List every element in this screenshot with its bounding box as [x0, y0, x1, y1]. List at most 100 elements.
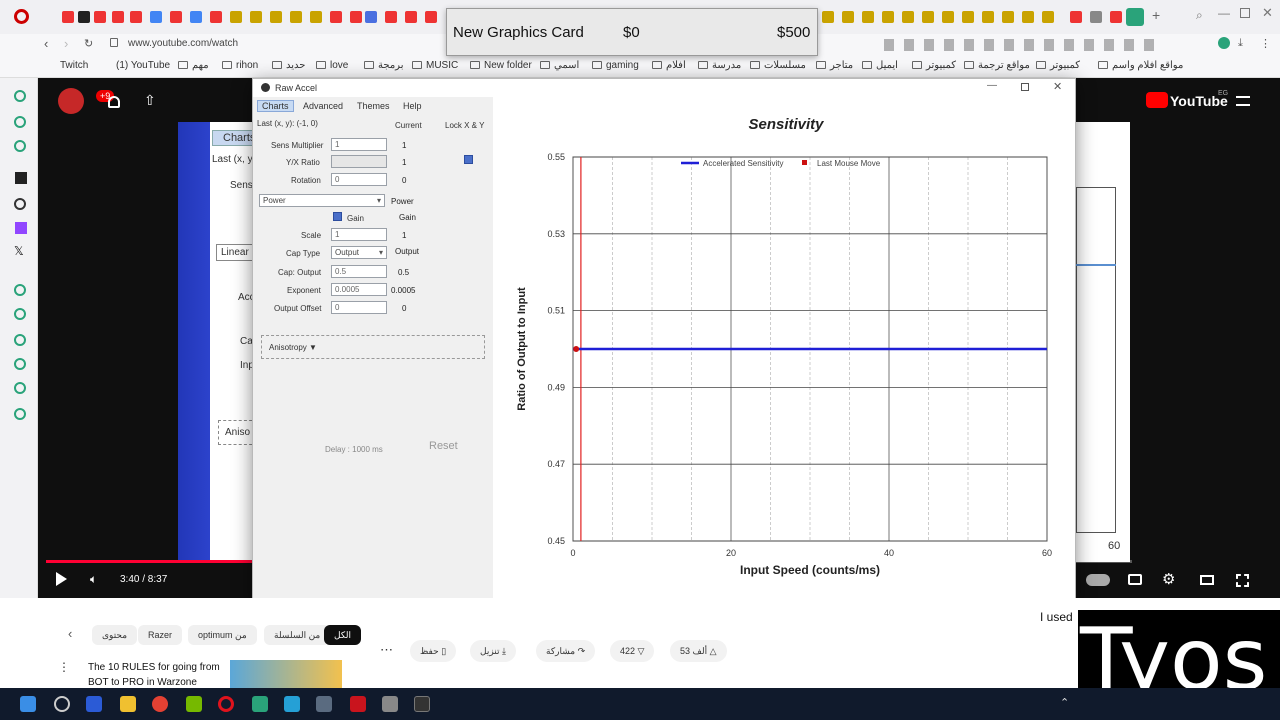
bookmark-folder[interactable]: مدرسة — [698, 60, 741, 71]
tab-favicon[interactable] — [78, 11, 90, 23]
reload-icon[interactable]: ↻ — [84, 37, 93, 50]
twitch-icon[interactable] — [15, 222, 27, 234]
tab-favicon[interactable] — [130, 11, 142, 23]
tab-favicon[interactable] — [1042, 11, 1054, 23]
bookmark-folder[interactable]: كمبيوتر — [1036, 60, 1080, 71]
tab-favicon[interactable] — [210, 11, 222, 23]
channel-avatar[interactable] — [58, 88, 84, 114]
tab-favicon[interactable] — [290, 11, 302, 23]
taskbar-app-icon[interactable] — [350, 696, 366, 712]
chip[interactable]: Razer — [138, 625, 183, 645]
save-button[interactable]: حفظ ▯ — [410, 640, 457, 662]
opera-taskbar-icon[interactable] — [218, 696, 234, 712]
menu-themes[interactable]: Themes — [357, 101, 390, 111]
tab-favicon[interactable] — [94, 11, 106, 23]
chip[interactable]: optimum من — [188, 625, 257, 645]
chips-prev-icon[interactable]: ‹ — [68, 626, 72, 641]
start-icon[interactable] — [20, 696, 36, 712]
taskbar-app-icon[interactable] — [86, 696, 102, 712]
bookmark-folder[interactable]: افلام — [652, 60, 686, 71]
tab-favicon[interactable] — [405, 11, 417, 23]
tab-favicon[interactable] — [112, 11, 124, 23]
menu-icon[interactable]: ⋮ — [1260, 37, 1271, 50]
extensions-bar[interactable] — [884, 39, 1164, 51]
active-tab[interactable] — [1126, 8, 1144, 26]
theater-icon[interactable] — [1200, 575, 1214, 585]
hamburger-icon[interactable] — [1236, 96, 1250, 106]
bookmark-twitch[interactable]: Twitch — [60, 60, 88, 71]
tray-chevron-icon[interactable]: ⌃ — [1060, 696, 1069, 709]
bookmark-folder[interactable]: ايميل — [862, 60, 898, 71]
bookmark-folder[interactable]: برمجة — [364, 60, 403, 71]
play-icon[interactable] — [56, 572, 67, 586]
tab-favicon[interactable] — [882, 11, 894, 23]
search-tabs-icon[interactable]: ⌕ — [1196, 8, 1203, 23]
menu-advanced[interactable]: Advanced — [303, 101, 343, 111]
rec-title[interactable]: The 10 RULES for going from — [88, 662, 220, 673]
tab-favicon[interactable] — [150, 11, 162, 23]
history-icon[interactable] — [14, 90, 26, 102]
chip-selected[interactable]: الكل — [324, 625, 362, 645]
bookmark-folder[interactable]: rihon — [222, 60, 258, 71]
window-titlebar[interactable]: Raw Accel — ✕ — [253, 79, 1075, 97]
taskbar-app-icon[interactable] — [54, 696, 70, 712]
back-icon[interactable]: ‹ — [44, 36, 48, 51]
output-offset-input[interactable]: 0 — [331, 301, 387, 314]
x-icon[interactable]: 𝕏 — [14, 244, 24, 258]
close-icon[interactable]: ✕ — [1053, 80, 1062, 93]
new-tab-icon[interactable]: + — [1152, 7, 1160, 23]
tab-favicon[interactable] — [1002, 11, 1014, 23]
close-window-icon[interactable]: ✕ — [1262, 5, 1273, 21]
subtitles-icon[interactable] — [1128, 574, 1142, 585]
opera-icon[interactable] — [14, 9, 29, 24]
sidebar-app-icon[interactable] — [15, 172, 27, 184]
tab-favicon[interactable] — [862, 11, 874, 23]
maximize-icon[interactable] — [1021, 83, 1029, 91]
tab-favicon[interactable] — [922, 11, 934, 23]
like-button[interactable]: 53 ألف △ — [670, 640, 727, 662]
bookmark-folder[interactable]: حديد — [272, 60, 305, 71]
taskbar-app-icon[interactable] — [382, 696, 398, 712]
sens-multiplier-input[interactable]: 1 — [331, 138, 387, 151]
exponent-input[interactable]: 0.0005 — [331, 283, 387, 296]
minimize-icon[interactable]: — — [1218, 6, 1230, 20]
autoplay-toggle[interactable] — [1086, 574, 1110, 586]
upload-icon[interactable]: ⇧ — [144, 92, 156, 109]
bookmark-folder[interactable]: New folder — [470, 60, 532, 71]
taskbar-app-icon[interactable] — [284, 696, 300, 712]
tab-favicon[interactable] — [1070, 11, 1082, 23]
volume-icon[interactable]: 🔈︎ — [90, 572, 97, 587]
bookmark-folder[interactable]: مواقع ترجمة — [964, 60, 1030, 71]
chip[interactable]: من السلسلة — [264, 625, 331, 645]
bookmark-folder[interactable]: gaming — [592, 60, 639, 71]
tab-favicon[interactable] — [170, 11, 182, 23]
sidebar-app-icon[interactable] — [14, 116, 26, 128]
download-icon[interactable]: ⤓ — [1238, 37, 1243, 50]
heart-icon[interactable] — [14, 334, 26, 346]
rotation-input[interactable]: 0 — [331, 173, 387, 186]
tab-favicon[interactable] — [982, 11, 994, 23]
tab-favicon[interactable] — [250, 11, 262, 23]
cap-type-select[interactable]: Output — [331, 246, 387, 259]
tab-favicon[interactable] — [190, 11, 202, 23]
chip[interactable]: محتوى — [92, 625, 138, 645]
tab-favicon[interactable] — [1110, 11, 1122, 23]
youtube-logo[interactable] — [1146, 92, 1168, 108]
tab-favicon[interactable] — [962, 11, 974, 23]
bookmark-folder[interactable]: love — [316, 60, 348, 71]
taskbar-app-icon[interactable] — [316, 696, 332, 712]
tab-favicon[interactable] — [822, 11, 834, 23]
tab-favicon[interactable] — [330, 11, 342, 23]
tab-favicon[interactable] — [350, 11, 362, 23]
dislike-button[interactable]: 422 ▽ — [610, 640, 655, 662]
cap-output-input[interactable]: 0.5 — [331, 265, 387, 278]
tab-favicon[interactable] — [230, 11, 242, 23]
tab-favicon[interactable] — [385, 11, 397, 23]
reset-button[interactable]: Reset — [429, 440, 458, 452]
fullscreen-icon[interactable] — [1236, 574, 1249, 587]
sidebar-app-icon[interactable] — [14, 140, 26, 152]
scale-input[interactable]: 1 — [331, 228, 387, 241]
bookmark-youtube[interactable]: (1) YouTube — [116, 60, 170, 71]
download-button[interactable]: تنزيل ⤓ — [470, 640, 517, 662]
bookmark-folder[interactable]: مسلسلات — [750, 60, 806, 71]
